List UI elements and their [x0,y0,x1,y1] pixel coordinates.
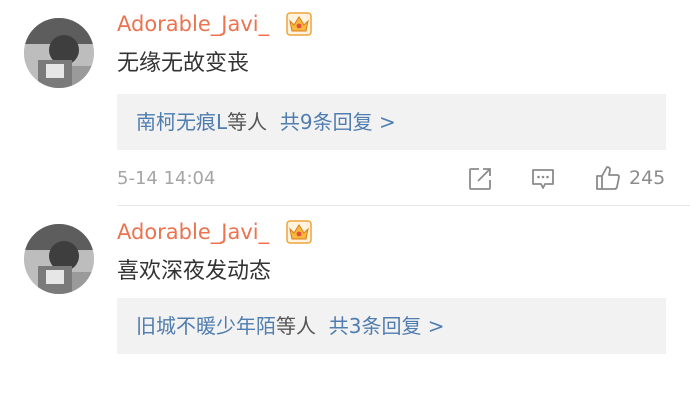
comment-text: 无缘无故变丧 [117,51,250,76]
comment-item: Adorable_Javi_ 喜欢深夜发动态 旧城不暖少年陌等人 共3条回复 > [0,206,690,410]
share-icon[interactable] [467,166,493,192]
like-count: 245 [629,167,666,189]
avatar[interactable] [24,224,94,294]
username[interactable]: Adorable_Javi_ [117,12,269,36]
like-icon[interactable] [594,164,622,192]
comment-text: 喜欢深夜发动态 [117,259,272,284]
reply-summary-line: 旧城不暖少年陌等人 共3条回复 > [136,312,445,340]
reply-users-link[interactable]: 南柯无痕L [136,110,227,134]
avatar-image [24,224,94,294]
reply-summary[interactable]: 南柯无痕L等人 共9条回复 > [117,94,666,150]
comment-icon[interactable] [530,166,556,192]
username[interactable]: Adorable_Javi_ [117,220,269,244]
reply-summary-line: 南柯无痕L等人 共9条回复 > [136,108,396,136]
reply-users-link[interactable]: 旧城不暖少年陌 [136,314,276,338]
reply-summary[interactable]: 旧城不暖少年陌等人 共3条回复 > [117,298,666,354]
reply-users-suffix: 等人 [276,314,316,338]
reply-count-link[interactable]: 共9条回复 > [280,110,396,134]
comment-timestamp: 5-14 14:04 [117,168,216,189]
reply-count-link[interactable]: 共3条回复 > [329,314,445,338]
avatar-image [24,18,94,88]
reply-users-suffix: 等人 [227,110,268,134]
crown-badge-icon [286,220,312,244]
avatar[interactable] [24,18,94,88]
crown-badge-icon [286,12,312,36]
comment-item: Adorable_Javi_ 无缘无故变丧 南柯无痕L等人 共9条回复 > 5-… [0,0,690,206]
